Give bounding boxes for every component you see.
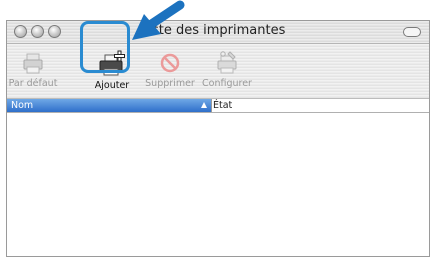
toolbar-configure-label: Configurer [202,78,252,89]
zoom-window-button[interactable] [48,25,61,38]
toolbar-default-label: Par défaut [8,78,58,89]
toolbar-configure-button[interactable]: Configurer [198,48,256,96]
toolbar-delete-button[interactable]: Supprimer [141,48,199,96]
sort-ascending-icon [201,102,207,108]
delete-icon [160,53,180,73]
close-window-button[interactable] [14,25,27,38]
printer-default-icon [23,53,43,74]
toolbar-add-label: Ajouter [94,80,130,91]
toolbar-toggle-button[interactable] [403,27,421,37]
callout-arrow-icon [132,0,185,40]
title-bar: ste des imprimantes [7,21,429,44]
table-header: Nom État [7,99,429,113]
toolbar-delete-label: Supprimer [145,78,195,89]
minimize-window-button[interactable] [31,25,44,38]
add-button-highlight [80,21,130,73]
toolbar-default-button[interactable]: Par défaut [7,48,62,96]
printer-list-window: ste des imprimantes Par défaut Ajouter S… [6,20,430,257]
configure-icon [217,51,237,74]
toolbar: Par défaut Ajouter Supprimer Configurer [7,44,429,99]
column-divider[interactable] [211,99,212,112]
column-header-etat[interactable]: État [213,99,232,112]
column-header-nom-label: Nom [11,100,34,111]
column-header-nom[interactable]: Nom [7,99,211,112]
printer-list[interactable] [7,113,429,256]
